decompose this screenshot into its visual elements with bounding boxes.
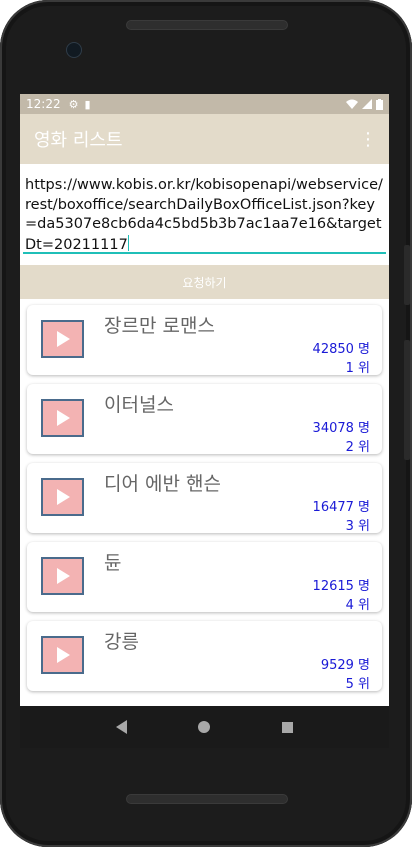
movie-rank: 1 위	[345, 361, 370, 376]
movie-title: 듄	[104, 552, 122, 574]
request-button-label: 요청하기	[182, 275, 227, 290]
battery-icon	[376, 98, 383, 110]
play-icon	[41, 636, 84, 674]
movie-title: 장르만 로맨스	[104, 315, 215, 337]
movie-rank: 4 위	[345, 598, 370, 613]
play-icon	[41, 399, 84, 437]
url-input[interactable]: https://www.kobis.or.kr/kobisopenapi/web…	[23, 176, 386, 254]
volume-button	[404, 245, 410, 305]
navigation-bar	[20, 706, 389, 748]
signal-icon	[362, 99, 372, 109]
play-icon	[41, 478, 84, 516]
audience-count: 12615 명	[312, 579, 370, 594]
audience-count: 16477 명	[312, 500, 370, 515]
audience-count: 34078 명	[312, 421, 370, 436]
front-camera	[66, 42, 82, 58]
gear-icon: ⚙	[68, 97, 79, 111]
movie-card[interactable]: 듄 12615 명 4 위	[27, 542, 382, 613]
movie-card[interactable]: 이터널스 34078 명 2 위	[27, 384, 382, 455]
play-icon	[41, 320, 84, 358]
play-icon	[41, 557, 84, 595]
request-button[interactable]: 요청하기	[20, 265, 389, 299]
status-bar: 12:22 ⚙ ▮	[20, 94, 389, 114]
power-button	[404, 340, 410, 460]
recent-apps-icon[interactable]	[282, 721, 294, 733]
movie-title: 강릉	[104, 631, 139, 653]
sd-card-icon: ▮	[84, 97, 91, 111]
status-time: 12:22	[26, 97, 61, 111]
movie-card[interactable]: 장르만 로맨스 42850 명 1 위	[27, 305, 382, 376]
more-vert-icon[interactable]: ⋮	[359, 129, 377, 150]
movie-rank: 3 위	[345, 519, 370, 534]
movie-title: 디어 에반 핸슨	[104, 473, 221, 495]
movie-rank: 5 위	[345, 677, 370, 692]
movie-title: 이터널스	[104, 394, 174, 416]
text-cursor	[127, 234, 129, 251]
back-icon[interactable]	[115, 720, 127, 734]
audience-count: 9529 명	[320, 658, 370, 673]
movie-card[interactable]: 디어 에반 핸슨 16477 명 3 위	[27, 463, 382, 534]
top-speaker	[126, 20, 288, 30]
bottom-speaker	[126, 794, 288, 804]
app-title: 영화 리스트	[34, 130, 123, 151]
app-bar: 영화 리스트 ⋮	[20, 114, 389, 164]
app-screen: 12:22 ⚙ ▮ 영화 리스트 ⋮ https://www.kobis.or.…	[20, 94, 389, 706]
movie-rank: 2 위	[345, 440, 370, 455]
movie-list[interactable]: 장르만 로맨스 42850 명 1 위 이터널스 34078 명 2 위 디어 …	[20, 299, 389, 692]
url-input-text: https://www.kobis.or.kr/kobisopenapi/web…	[25, 177, 383, 253]
movie-card[interactable]: 강릉 9529 명 5 위	[27, 621, 382, 692]
audience-count: 42850 명	[312, 342, 370, 357]
home-icon[interactable]	[198, 721, 211, 733]
wifi-icon	[346, 99, 358, 109]
